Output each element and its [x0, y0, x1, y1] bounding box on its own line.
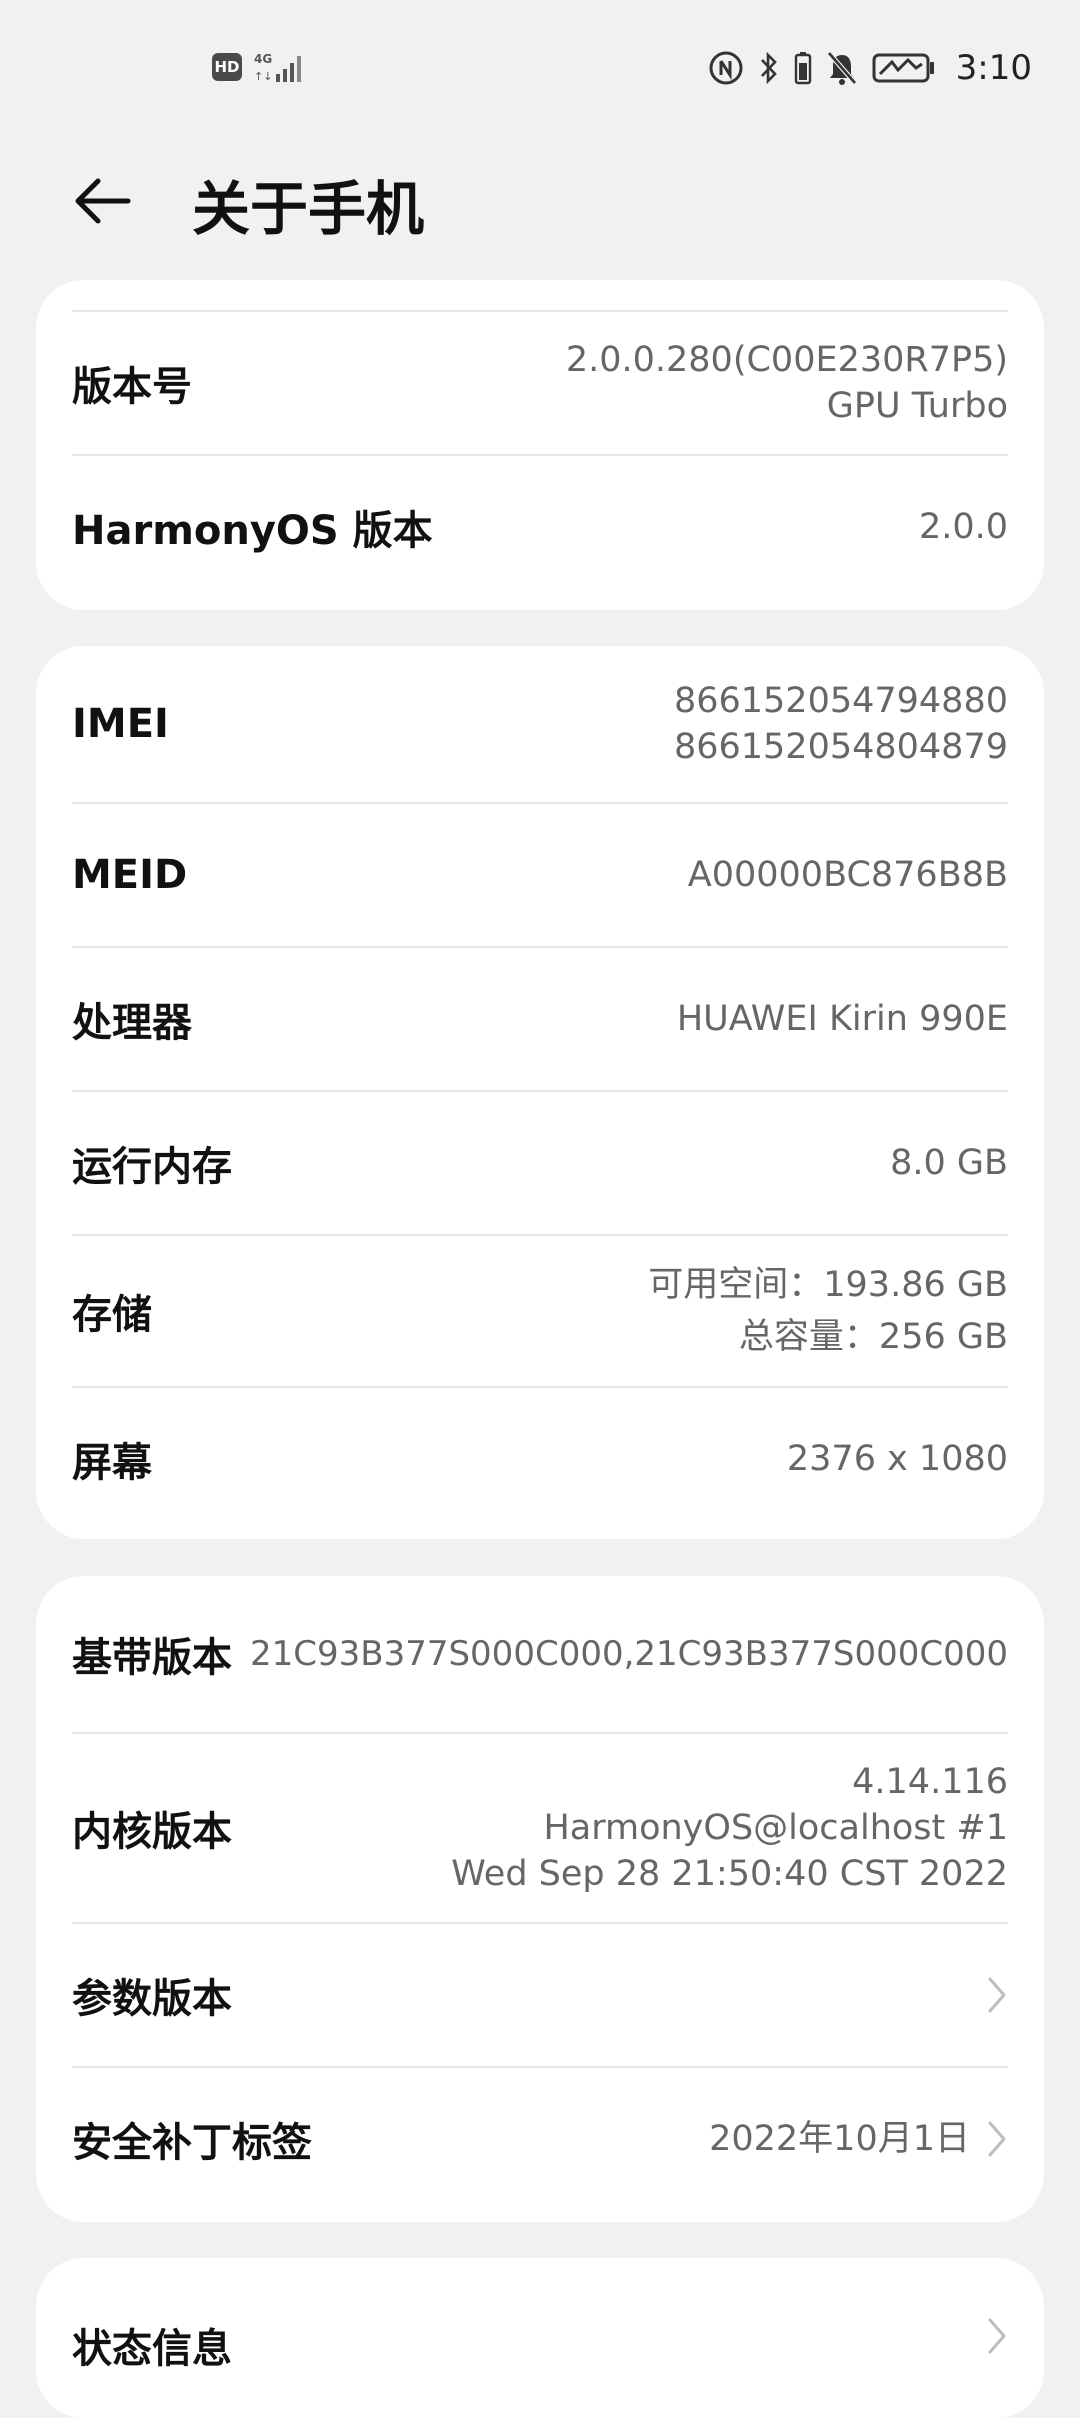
status-info-card: 状态信息 [36, 2258, 1044, 2418]
row-imei[interactable]: IMEI 866152054794880 866152054804879 [72, 646, 1008, 802]
signal-icon: 4G ↑↓ [254, 52, 301, 83]
version-card: 版本号 2.0.0.280(C00E230R7P5) GPU Turbo Har… [36, 280, 1044, 610]
row-status-info[interactable]: 状态信息 [72, 2258, 1008, 2418]
status-time: 3:10 [955, 48, 1032, 88]
value-line: 总容量：256 GB [738, 1317, 1008, 1357]
svg-text:↑↓: ↑↓ [254, 70, 272, 83]
row-label: 内核版本 [72, 1809, 232, 1855]
row-baseband-version[interactable]: 基带版本 21C93B377S000C000,21C93B377S000C000 [72, 1576, 1008, 1732]
chevron-right-icon [988, 2318, 1006, 2354]
row-parameter-version[interactable]: 参数版本 [72, 1924, 1008, 2066]
chevron-right-icon [988, 1977, 1006, 2013]
hd-badge: HD [212, 53, 242, 81]
status-right: 3:10 [708, 48, 1032, 88]
row-kernel-version[interactable]: 内核版本 4.14.116 HarmonyOS@localhost #1 Wed… [72, 1734, 1008, 1922]
software-card: 基带版本 21C93B377S000C000,21C93B377S000C000… [36, 1576, 1044, 2222]
value-line: HarmonyOS@localhost #1 [543, 1808, 1008, 1848]
value-line: Wed Sep 28 21:50:40 CST 2022 [451, 1854, 1008, 1894]
back-arrow-icon[interactable] [70, 166, 150, 236]
value-line: 4.14.116 [852, 1762, 1008, 1802]
mute-icon [826, 51, 857, 85]
row-value: 2376 x 1080 [786, 1439, 1008, 1479]
row-label: 安全补丁标签 [72, 2120, 312, 2166]
row-value: A00000BC876B8B [687, 855, 1008, 895]
row-label: 处理器 [72, 1000, 192, 1046]
row-storage[interactable]: 存储 可用空间：193.86 GB 总容量：256 GB [72, 1236, 1008, 1386]
row-label: 屏幕 [72, 1440, 152, 1486]
row-label: 状态信息 [72, 2326, 232, 2372]
row-label: 存储 [72, 1292, 152, 1338]
row-value: 21C93B377S000C000,21C93B377S000C000 [249, 1634, 1008, 1674]
nfc-icon [709, 51, 743, 85]
row-screen[interactable]: 屏幕 2376 x 1080 [72, 1388, 1008, 1530]
status-left: HD 4G ↑↓ [212, 50, 308, 84]
row-harmonyos-version[interactable]: HarmonyOS 版本 2.0.0 [72, 456, 1008, 598]
row-processor[interactable]: 处理器 HUAWEI Kirin 990E [72, 948, 1008, 1090]
page-header: 关于手机 [0, 140, 1080, 260]
row-value-wrap: 2022年10月1日 [709, 2116, 1008, 2162]
battery-small-icon [794, 52, 811, 85]
row-version-number[interactable]: 版本号 2.0.0.280(C00E230R7P5) GPU Turbo [72, 312, 1008, 454]
row-label: MEID [72, 852, 188, 898]
value-line: GPU Turbo [826, 386, 1008, 426]
row-value: 2022年10月1日 [709, 2119, 970, 2159]
row-ram[interactable]: 运行内存 8.0 GB [72, 1092, 1008, 1234]
row-label: 运行内存 [72, 1144, 232, 1190]
row-value: HUAWEI Kirin 990E [676, 999, 1008, 1039]
page-title: 关于手机 [192, 175, 425, 243]
row-label: 版本号 [72, 364, 192, 410]
row-value: 2.0.0 [918, 507, 1008, 547]
value-line: 866152054804879 [673, 727, 1008, 767]
row-security-patch[interactable]: 安全补丁标签 2022年10月1日 [72, 2068, 1008, 2210]
row-value: 4.14.116 HarmonyOS@localhost #1 Wed Sep … [451, 1759, 1008, 1897]
row-label: HarmonyOS 版本 [72, 508, 433, 554]
row-value: 2.0.0.280(C00E230R7P5) GPU Turbo [566, 337, 1008, 429]
row-label: IMEI [72, 701, 169, 747]
value-line: 866152054794880 [673, 681, 1008, 721]
row-value: 866152054794880 866152054804879 [674, 678, 1008, 770]
battery-charging-icon [872, 53, 934, 83]
row-meid[interactable]: MEID A00000BC876B8B [72, 804, 1008, 946]
bluetooth-icon [760, 51, 777, 85]
row-value: 8.0 GB [890, 1143, 1008, 1183]
network-type-label: 4G [254, 52, 272, 66]
hardware-card: IMEI 866152054794880 866152054804879 MEI… [36, 646, 1044, 1539]
value-line: 2.0.0.280(C00E230R7P5) [565, 340, 1008, 380]
value-line: 可用空间：193.86 GB [648, 1265, 1008, 1305]
row-value: 可用空间：193.86 GB 总容量：256 GB [648, 1259, 1008, 1363]
chevron-right-icon [988, 2121, 1006, 2157]
status-bar: HD 4G ↑↓ 3:10 [0, 0, 1080, 130]
row-label: 基带版本 [72, 1635, 232, 1681]
row-label: 参数版本 [72, 1976, 232, 2022]
